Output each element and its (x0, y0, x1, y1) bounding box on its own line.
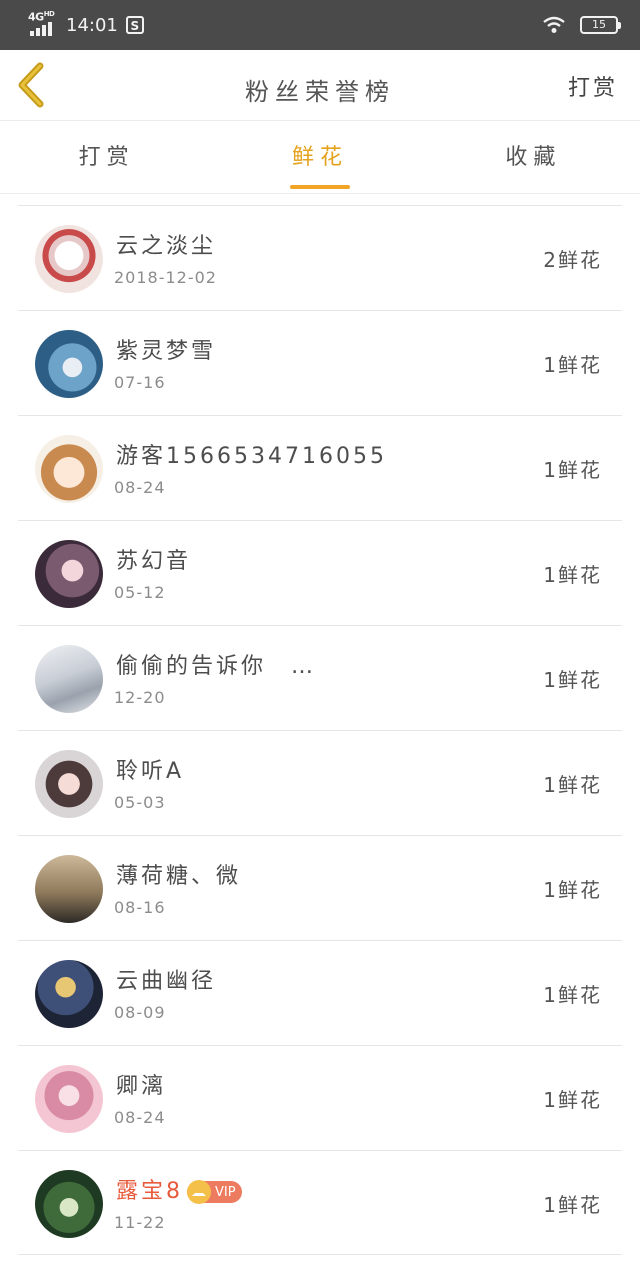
tab-flowers[interactable]: 鲜花 (213, 121, 426, 193)
list-item[interactable]: 游客1566534716055 08-24 1鲜花 (18, 415, 622, 520)
avatar (35, 540, 103, 608)
notification-app-icon: S (125, 16, 144, 34)
flower-count: 1鲜花 (543, 1088, 602, 1112)
avatar (35, 1065, 103, 1133)
user-name: 薄荷糖、微 (116, 864, 242, 889)
flower-count: 1鲜花 (543, 773, 602, 797)
list-item[interactable]: 卿漓 08-24 1鲜花 (18, 1045, 622, 1150)
avatar (35, 330, 103, 398)
flower-count: 1鲜花 (543, 563, 602, 587)
clock: 14:01 (66, 14, 118, 36)
top-nav-bar: 粉丝荣誉榜 打赏 (0, 50, 640, 121)
user-name: 苏幻音 (116, 549, 192, 574)
tab-reward[interactable]: 打赏 (0, 121, 213, 193)
list-item[interactable]: 云曲幽径 08-09 1鲜花 (18, 940, 622, 1045)
battery-icon: 15 (580, 16, 621, 34)
crown-icon (187, 1180, 211, 1204)
list-item[interactable]: 聆听A 05-03 1鲜花 (18, 730, 622, 835)
avatar (35, 435, 103, 503)
avatar (35, 960, 103, 1028)
user-name: 紫灵梦雪 (116, 339, 217, 364)
list-item[interactable]: 苏幻音 05-12 1鲜花 (18, 520, 622, 625)
user-name: 云之淡尘 (116, 234, 217, 259)
avatar (35, 1170, 103, 1238)
user-name: 聆听A (116, 759, 185, 784)
status-bar: 4GHD 14:01 S 15 (0, 0, 640, 50)
list-item[interactable]: 偷偷的告诉你 … 12-20 1鲜花 (18, 625, 622, 730)
flower-count: 1鲜花 (543, 458, 602, 482)
flower-count: 1鲜花 (543, 878, 602, 902)
user-name: 露宝8 VIP (116, 1173, 242, 1205)
date: 05-03 (114, 793, 166, 812)
flower-count: 1鲜花 (543, 1193, 602, 1217)
user-name: 云曲幽径 (116, 969, 217, 994)
reward-button[interactable]: 打赏 (568, 70, 618, 102)
flower-count: 1鲜花 (543, 668, 602, 692)
user-name: 游客1566534716055 (116, 444, 387, 469)
user-name: 卿漓 (116, 1074, 167, 1099)
list-item[interactable]: 紫灵梦雪 07-16 1鲜花 (18, 310, 622, 415)
vip-badge: VIP (187, 1180, 242, 1204)
list-item[interactable]: 露宝8 VIP 11-22 1鲜花 (18, 1150, 622, 1255)
date: 08-16 (114, 898, 166, 917)
date: 05-12 (114, 583, 166, 602)
vip-label: VIP (215, 1184, 236, 1200)
user-name: 偷偷的告诉你 … (116, 654, 317, 679)
date: 08-24 (114, 1108, 166, 1127)
tab-bar: 打赏 鲜花 收藏 (0, 121, 640, 194)
date: 11-22 (114, 1213, 166, 1232)
avatar (35, 855, 103, 923)
date: 12-20 (114, 688, 166, 707)
avatar (35, 225, 103, 293)
flower-count: 1鲜花 (543, 353, 602, 377)
flower-count: 2鲜花 (543, 248, 602, 272)
date: 07-16 (114, 373, 166, 392)
ranking-list: 云之淡尘 2018-12-02 2鲜花 紫灵梦雪 07-16 1鲜花 游客156… (18, 205, 622, 1255)
wifi-icon (543, 16, 565, 33)
signal-icon: 4GHD (28, 10, 58, 38)
flower-count: 1鲜花 (543, 983, 602, 1007)
date: 08-24 (114, 478, 166, 497)
list-item[interactable]: 薄荷糖、微 08-16 1鲜花 (18, 835, 622, 940)
list-item[interactable]: 云之淡尘 2018-12-02 2鲜花 (18, 205, 622, 310)
avatar (35, 645, 103, 713)
tab-favorites[interactable]: 收藏 (427, 121, 640, 193)
avatar (35, 750, 103, 818)
date: 08-09 (114, 1003, 166, 1022)
user-name-text: 露宝8 (116, 1179, 183, 1204)
date: 2018-12-02 (114, 268, 217, 287)
page-title: 粉丝荣誉榜 (245, 78, 395, 106)
